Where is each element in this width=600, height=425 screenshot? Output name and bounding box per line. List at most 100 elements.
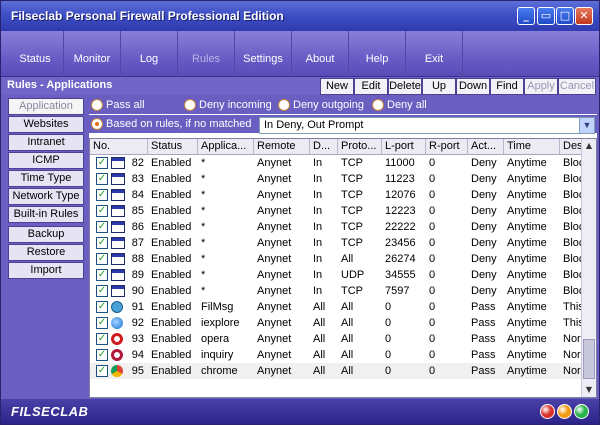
cell-desc: Bloc [563,205,582,217]
col-header-status[interactable]: Status [148,139,198,155]
scroll-down-icon[interactable]: ▼ [582,383,596,397]
cell-time: Anytime [507,237,547,249]
table-row[interactable]: ✓ 92 Enabled iexplore Anynet All All 0 0 Pass Anyt… [90,315,582,331]
cell-status: Enabled [151,269,192,281]
maximize-window-icon[interactable]: □ [556,7,574,25]
col-header-rport[interactable]: R-port [426,139,468,155]
nav-icmp[interactable]: ICMP [8,152,84,169]
edit-button[interactable]: Edit [354,78,388,95]
cell-app: opera [201,333,230,345]
nav-import[interactable]: Import [8,262,84,279]
table-row[interactable]: ✓ 91 Enabled FilMsg Anynet All All 0 0 Pass Anytim… [90,299,582,315]
rule-enabled-checkbox[interactable]: ✓ [96,365,108,377]
table-row[interactable]: ✓ 93 Enabled opera Anynet All All 0 0 Pass Anytime… [90,331,582,347]
nav-websites[interactable]: Websites [8,116,84,133]
scroll-up-icon[interactable]: ▲ [582,139,596,153]
cell-rport: 0 [429,221,436,233]
delete-button[interactable]: Delete [388,78,422,95]
rule-enabled-checkbox[interactable]: ✓ [96,285,108,297]
col-header-remote[interactable]: Remote [254,139,310,155]
nav-built-in-rules[interactable]: Built-in Rules [8,206,84,223]
table-row[interactable]: ✓ 86 Enabled * Anynet In TCP 22222 0 Deny Anytime B… [90,219,582,235]
nav-network-type[interactable]: Network Type [8,188,84,205]
rule-enabled-checkbox[interactable]: ✓ [96,173,108,185]
rule-enabled-checkbox[interactable]: ✓ [96,189,108,201]
mode-options-row: Pass all Deny incoming Deny outgoing Den… [89,96,597,114]
col-header-action[interactable]: Act... [468,139,504,155]
table-row[interactable]: ✓ 88 Enabled * Anynet In All 26274 0 Deny Anytime B… [90,251,582,267]
red-status-lamp-icon[interactable] [540,404,555,419]
nav-time-type[interactable]: Time Type [8,170,84,187]
window-app-icon [111,157,125,169]
fallback-policy-select[interactable]: In Deny, Out Prompt ▼ [259,117,595,134]
toolbar-settings[interactable]: Settings [235,31,292,77]
deny-outgoing-radio[interactable]: Deny outgoing [278,98,364,112]
rule-enabled-checkbox[interactable]: ✓ [96,237,108,249]
cell-desc: Nor [563,365,581,377]
col-header-protocol[interactable]: Proto... [338,139,382,155]
table-row[interactable]: ✓ 83 Enabled * Anynet In TCP 11223 0 Deny Anytime B… [90,171,582,187]
toolbar-monitor[interactable]: Monitor [64,31,121,77]
find-button[interactable]: Find [490,78,524,95]
rule-enabled-checkbox[interactable]: ✓ [96,205,108,217]
cell-status: Enabled [151,237,192,249]
rule-enabled-checkbox[interactable]: ✓ [96,157,108,169]
minimize-window-icon[interactable]: _ [517,7,535,25]
nav-backup[interactable]: Backup [8,226,84,243]
rule-enabled-checkbox[interactable]: ✓ [96,301,108,313]
table-row[interactable]: ✓ 84 Enabled * Anynet In TCP 12076 0 Deny Anytime B… [90,187,582,203]
chevron-down-icon[interactable]: ▼ [579,118,594,133]
table-row[interactable]: ✓ 85 Enabled * Anynet In TCP 12223 0 Deny Anytime B… [90,203,582,219]
rule-enabled-checkbox[interactable]: ✓ [96,317,108,329]
nav-restore[interactable]: Restore [8,244,84,261]
toolbar-rules[interactable]: Rules [178,31,235,77]
table-row[interactable]: ✓ 87 Enabled * Anynet In TCP 23456 0 Deny Anytime B… [90,235,582,251]
rule-enabled-checkbox[interactable]: ✓ [96,253,108,265]
apply-button[interactable]: Apply [524,78,558,95]
close-window-icon[interactable]: ✕ [575,7,593,25]
toolbar-exit[interactable]: Exit [406,31,463,77]
title-bar[interactable]: Filseclab Personal Firewall Professional… [1,1,599,31]
scroll-thumb[interactable] [583,339,595,379]
col-header-lport[interactable]: L-port [382,139,426,155]
cancel-button[interactable]: Cancel [558,78,596,95]
cell-lport: 11000 [385,157,415,169]
inquiry-app-icon [111,349,123,361]
restore-window-icon[interactable]: ▭ [537,7,555,25]
col-header-direction[interactable]: D... [310,139,338,155]
up-button[interactable]: Up [422,78,456,95]
col-header-description[interactable]: Des [560,139,582,155]
green-status-lamp-icon[interactable] [574,404,589,419]
based-on-rules-radio[interactable]: Based on rules, if no matched [91,117,252,131]
table-row[interactable]: ✓ 82 Enabled * Anynet In TCP 11000 0 Deny Anytime B… [90,155,582,171]
rule-enabled-checkbox[interactable]: ✓ [96,221,108,233]
col-header-time[interactable]: Time [504,139,560,155]
toolbar-status[interactable]: Status [7,31,64,77]
nav-application[interactable]: Application [8,98,84,115]
toolbar-help[interactable]: Help [349,31,406,77]
rule-enabled-checkbox[interactable]: ✓ [96,333,108,345]
nav-intranet[interactable]: Intranet [8,134,84,151]
pass-all-radio[interactable]: Pass all [91,98,145,112]
orange-status-lamp-icon[interactable] [557,404,572,419]
table-row[interactable]: ✓ 90 Enabled * Anynet In TCP 7597 0 Deny Anytime Bl… [90,283,582,299]
deny-all-radio[interactable]: Deny all [372,98,427,112]
cell-time: Anytime [507,205,547,217]
table-row[interactable]: ✓ 89 Enabled * Anynet In UDP 34555 0 Deny Anytime B… [90,267,582,283]
cell-no: 84 [131,189,144,201]
cell-proto: All [341,253,354,265]
cell-remote: Anynet [257,269,292,281]
cell-rport: 0 [429,333,436,345]
toolbar-log[interactable]: Log [121,31,178,77]
down-button[interactable]: Down [456,78,490,95]
col-header-application[interactable]: Applica... [198,139,254,155]
deny-incoming-radio[interactable]: Deny incoming [184,98,272,112]
col-header-no[interactable]: No. [90,139,148,155]
grid-scrollbar[interactable]: ▲ ▼ [581,139,596,397]
toolbar-about[interactable]: About [292,31,349,77]
rule-enabled-checkbox[interactable]: ✓ [96,349,108,361]
table-row[interactable]: ✓ 94 Enabled inquiry Anynet All All 0 0 Pass Anyti… [90,347,582,363]
rule-enabled-checkbox[interactable]: ✓ [96,269,108,281]
table-row[interactable]: ✓ 95 Enabled chrome Anynet All All 0 0 Pass Anytim… [90,363,582,379]
new-button[interactable]: New [320,78,354,95]
